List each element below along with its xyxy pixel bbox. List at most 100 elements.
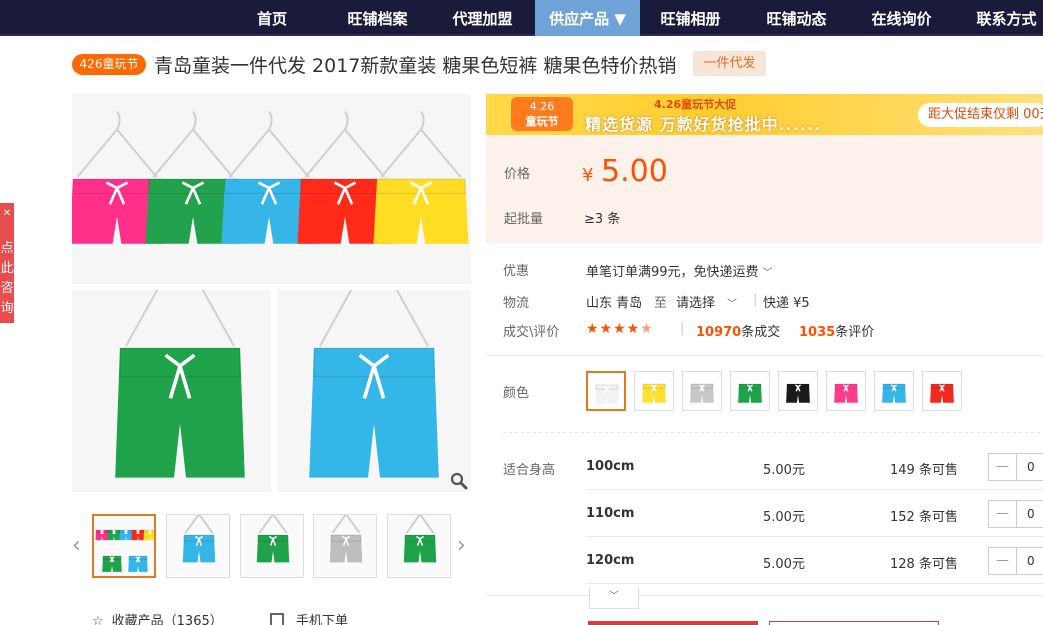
height-label: 适合身高 — [503, 463, 556, 478]
green-shorts-image — [115, 290, 245, 478]
nav-item-contact[interactable]: 联系方式 — [964, 0, 1043, 36]
reviews-suffix: 条评价 — [835, 325, 875, 340]
color-swatch[interactable] — [730, 371, 770, 411]
nav-item-news[interactable]: 旺铺动态 — [754, 0, 839, 36]
consult-label: 点此咨询 — [0, 241, 14, 316]
half-star-icon: ★ — [640, 321, 654, 337]
sku-price: 5.00元 — [763, 557, 805, 572]
reviews-number: 1035 — [799, 325, 836, 340]
rating-stars: ★★★★★ — [586, 321, 654, 337]
thumb-prev-icon[interactable]: ‹ — [72, 533, 81, 558]
quantity-stepper: — 0 — [988, 500, 1043, 528]
discount-label: 优惠 — [503, 264, 530, 279]
sku-size: 120cm — [586, 553, 635, 568]
moq-value: ≥3 条 — [584, 212, 621, 227]
main-product-image[interactable] — [72, 94, 471, 284]
quantity-input[interactable]: 0 — [1017, 501, 1043, 527]
logo-line1: 4.26 — [529, 100, 555, 113]
color-swatch[interactable] — [778, 371, 818, 411]
thumbnail-item[interactable] — [387, 514, 451, 578]
deal-label: 成交\评价 — [503, 325, 560, 340]
chevron-down-icon: ﹀ — [609, 591, 619, 602]
sku-stock: 128 条可售 — [890, 557, 958, 572]
price-value: 5.00 — [601, 154, 668, 189]
dropship-tag: 一件代发 — [693, 51, 766, 76]
star-icon: ★★★★ — [586, 321, 641, 337]
color-swatch[interactable] — [634, 371, 674, 411]
swatch-shorts-image — [786, 383, 810, 403]
price-label: 价格 — [504, 167, 531, 182]
sku-stock: 152 条可售 — [890, 510, 958, 525]
sku-price: 5.00元 — [763, 510, 805, 525]
thumbnail-item[interactable] — [92, 514, 156, 578]
chevron-down-icon: ﹀ — [727, 299, 738, 310]
swatch-shorts-image — [738, 383, 762, 403]
detail-image-green[interactable] — [72, 290, 271, 492]
decrease-button[interactable]: — — [989, 454, 1017, 480]
chevron-down-icon: ﹀ — [762, 268, 773, 279]
product-title: 青岛童装一件代发 2017新款童装 糖果色短裤 糖果色特价热销 — [154, 55, 677, 77]
deals-suffix: 条成交 — [741, 325, 781, 340]
decrease-button[interactable]: — — [989, 548, 1017, 574]
color-swatch[interactable] — [922, 371, 962, 411]
nav-item-inquiry[interactable]: 在线询价 — [859, 0, 944, 36]
thumbnail-item[interactable] — [240, 514, 304, 578]
moq-label: 起批量 — [504, 212, 544, 227]
mobile-order-button[interactable]: 手机下单 — [270, 610, 348, 625]
quantity-stepper: — 0 — [988, 547, 1043, 575]
sku-price: 5.00元 — [763, 463, 805, 478]
swatch-shorts-image — [930, 383, 954, 403]
mobile-order-label: 手机下单 — [296, 614, 349, 625]
promo-countdown: 距大促结束仅剩 00天 — [918, 103, 1043, 127]
deal-count[interactable]: 10970条成交 — [696, 321, 780, 340]
destination-select[interactable]: 请选择 ﹀ — [676, 292, 737, 311]
color-swatch[interactable] — [682, 371, 722, 411]
discount-text[interactable]: 单笔订单满99元，免快递运费 ﹀ — [586, 261, 773, 280]
section-divider — [503, 432, 1043, 433]
to-text: 至 — [654, 296, 668, 311]
buy-now-button-edge[interactable] — [588, 621, 758, 625]
color-swatch[interactable] — [826, 371, 866, 411]
detail-image-blue[interactable] — [277, 290, 471, 492]
thumbnail-item[interactable] — [313, 514, 377, 578]
color-swatch[interactable] — [874, 371, 914, 411]
nav-item-home[interactable]: 首页 — [242, 0, 302, 36]
sku-row: 100cm 5.00元 149 条可售 — 0 — [586, 443, 1043, 490]
consult-side-tab[interactable]: ✕ 点此咨询 — [0, 203, 14, 323]
favorite-label: 收藏产品（1365） — [111, 614, 223, 625]
nav-item-archive[interactable]: 旺铺档案 — [335, 0, 420, 36]
quantity-input[interactable]: 0 — [1017, 548, 1043, 574]
nav-item-agency[interactable]: 代理加盟 — [440, 0, 525, 36]
nav-item-products[interactable]: 供应产品 ▼ — [535, 0, 640, 36]
qrcode-icon — [270, 613, 284, 625]
favorite-button[interactable]: ☆ 收藏产品（1365） — [92, 610, 223, 625]
promo-headline: 精选货源 万款好货抢批中...... — [585, 115, 822, 134]
star-outline-icon: ☆ — [92, 614, 104, 625]
add-cart-button-edge[interactable] — [769, 621, 939, 625]
price-panel: 价格 ¥ 5.00 起批量 ≥3 条 — [486, 135, 1043, 243]
swatch-shorts-image — [690, 383, 714, 403]
logo-line2: 童玩节 — [525, 115, 559, 128]
thumbnail-item[interactable] — [166, 514, 230, 578]
promo-banner[interactable]: 4.26 童玩节 4.26童玩节大促 精选货源 万款好货抢批中...... 距大… — [486, 94, 1043, 135]
close-icon[interactable]: ✕ — [0, 207, 14, 221]
review-count[interactable]: 1035条评价 — [799, 321, 874, 340]
expand-sku-button[interactable]: ﹀ — [589, 587, 639, 609]
section-divider — [486, 595, 1043, 596]
thumbnail-strip: ‹ › — [72, 513, 472, 579]
logistics-label: 物流 — [503, 296, 530, 311]
thumb-next-icon[interactable]: › — [457, 533, 466, 558]
swatch-shorts-image — [834, 383, 858, 403]
sku-row: 120cm 5.00元 128 条可售 — 0 — [586, 537, 1043, 584]
decrease-button[interactable]: — — [989, 501, 1017, 527]
color-swatch[interactable] — [586, 371, 626, 411]
divider: | — [680, 321, 685, 336]
zoom-icon[interactable] — [450, 472, 468, 490]
sku-size: 110cm — [586, 506, 635, 521]
quantity-input[interactable]: 0 — [1017, 454, 1043, 480]
quantity-stepper: — 0 — [988, 453, 1043, 481]
shipping-fee: 快递 ¥5 — [763, 296, 810, 311]
festival-logo: 4.26 童玩节 — [511, 97, 573, 131]
nav-item-album[interactable]: 旺铺相册 — [648, 0, 733, 36]
festival-badge: 426童玩节 — [72, 54, 146, 75]
